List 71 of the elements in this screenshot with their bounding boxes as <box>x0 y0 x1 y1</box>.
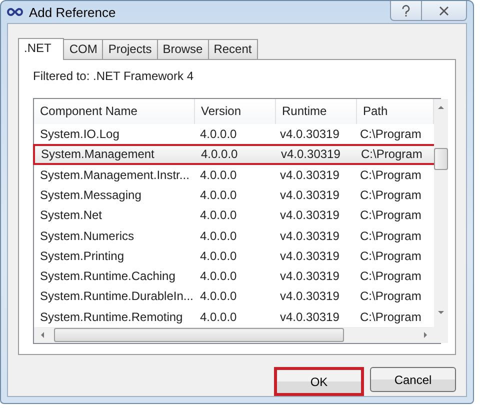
column-header[interactable]: Version <box>195 99 276 124</box>
tab[interactable]: Browse <box>156 39 209 59</box>
table-row[interactable]: System.Net 4.0.0.0 v4.0.30319 C:\Program <box>33 205 435 226</box>
table-cell-text: 4.0.0.0 <box>199 310 238 324</box>
infinity-icon <box>7 8 23 16</box>
table-cell-text: C:\Program <box>359 208 422 222</box>
table-cell-text: System.Runtime.Caching <box>39 269 176 284</box>
table-row[interactable]: System.Runtime.Remoting 4.0.0.0 v4.0.30319 C:\Program <box>33 306 435 327</box>
table-cell-text: C:\Program <box>359 127 422 142</box>
table-cell-text: v4.0.30319 <box>279 269 340 284</box>
vertical-scrollbar[interactable] <box>434 99 448 343</box>
table-cell-text: 4.0.0.0 <box>199 269 238 284</box>
table-cell-text: C:\Program <box>359 168 422 182</box>
table-cell-text: C:\Program <box>359 310 422 324</box>
table-cell-text: System.Management.Instr... <box>39 168 190 182</box>
tab[interactable]: Projects <box>102 39 158 59</box>
table-row[interactable]: System.IO.Log 4.0.0.0 v4.0.30319 C:\Program <box>33 124 435 144</box>
table-row[interactable]: System.Management.Instr... 4.0.0.0 v4.0.30319 C:\Program <box>33 164 435 185</box>
table-cell-text: 4.0.0.0 <box>200 147 239 162</box>
column-header[interactable]: Component Name <box>34 99 195 124</box>
table-cell-text: 4.0.0.0 <box>199 208 238 222</box>
ok-button[interactable]: OK <box>274 367 364 396</box>
close-button[interactable] <box>422 1 467 21</box>
table-cell-text: System.IO.Log <box>39 127 120 142</box>
table-row[interactable]: System.Runtime.DurableIn... 4.0.0.0 v4.0.30319 C:\Program <box>33 286 435 306</box>
tab[interactable]: Recent <box>208 39 258 59</box>
table-row[interactable]: System.Printing 4.0.0.0 v4.0.30319 C:\Program <box>33 246 435 266</box>
table-cell-text: System.Messaging <box>39 188 142 202</box>
table-row[interactable]: System.Messaging 4.0.0.0 v4.0.30319 C:\Program <box>33 184 435 206</box>
table-cell-text: C:\Program <box>359 248 422 263</box>
table-cell-text: 4.0.0.0 <box>199 188 238 202</box>
column-header[interactable]: Runtime <box>276 99 357 124</box>
column-header[interactable]: Path <box>357 99 434 124</box>
table-cell-text: C:\Program <box>360 147 424 162</box>
table-cell-text: v4.0.30319 <box>280 147 342 162</box>
table-cell-text: 4.0.0.0 <box>199 168 238 182</box>
table-cell-text: v4.0.30319 <box>279 228 340 243</box>
table-cell-text: C:\Program <box>359 269 422 284</box>
help-icon <box>401 4 411 16</box>
table-cell-text: System.Printing <box>39 248 126 263</box>
table-cell-text: C:\Program <box>359 289 422 304</box>
table-cell-text: System.Numerics <box>39 228 136 243</box>
tab[interactable]: .NET <box>18 38 64 60</box>
table-cell-text: C:\Program <box>359 188 422 202</box>
horizontal-scrollbar[interactable] <box>34 326 434 344</box>
table-cell-text: 4.0.0.0 <box>199 289 238 304</box>
table-cell-text: 4.0.0.0 <box>199 248 238 263</box>
scroll-thumb[interactable] <box>434 148 448 170</box>
table-row[interactable]: System.Runtime.Caching 4.0.0.0 v4.0.30319 C:\Program <box>33 266 435 286</box>
table-cell-text: C:\Program <box>359 228 422 243</box>
table-row[interactable]: System.Numerics 4.0.0.0 v4.0.30319 C:\Program <box>33 225 435 246</box>
cancel-button[interactable]: Cancel <box>370 367 456 392</box>
table-cell-text: v4.0.30319 <box>279 208 340 222</box>
table-cell-text: v4.0.30319 <box>279 289 340 304</box>
table-cell-text: System.Net <box>39 208 104 222</box>
table-cell-text: v4.0.30319 <box>279 127 340 142</box>
help-button[interactable] <box>390 1 422 21</box>
table-cell-text: System.Runtime.Remoting <box>39 310 184 324</box>
tab[interactable]: COM <box>63 39 104 59</box>
table-cell-text: 4.0.0.0 <box>199 127 238 142</box>
table-cell-text: 4.0.0.0 <box>199 228 238 243</box>
table-cell-text: v4.0.30319 <box>279 168 340 182</box>
scroll-thumb[interactable] <box>54 328 344 342</box>
close-icon <box>438 6 450 16</box>
table-cell-text: v4.0.30319 <box>279 248 340 263</box>
table-cell-text: v4.0.30319 <box>279 188 340 202</box>
filter-label: Filtered to: .NET Framework 4 <box>33 69 194 85</box>
window-title: Add Reference <box>29 4 116 20</box>
table-cell-text: System.Management <box>40 147 156 162</box>
table-cell-text: v4.0.30319 <box>279 310 340 324</box>
table-cell-text: System.Runtime.DurableIn... <box>39 289 194 304</box>
